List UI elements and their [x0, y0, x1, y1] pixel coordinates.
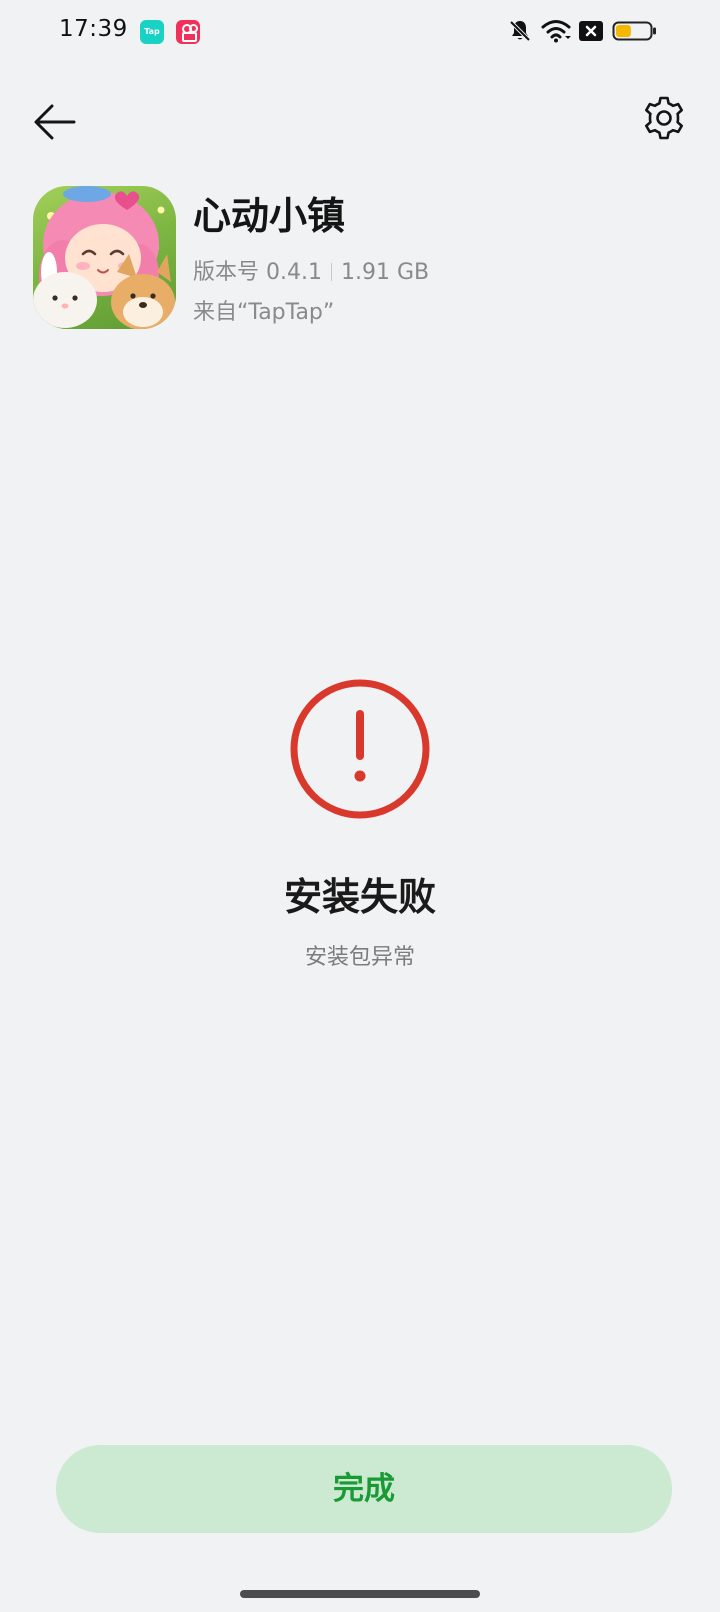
- header: [0, 80, 720, 150]
- sim-off-icon: [579, 21, 603, 41]
- gear-icon: [645, 96, 683, 140]
- status-time: 17:39: [59, 16, 128, 42]
- app-size: 1.91 GB: [340, 260, 430, 285]
- app-version: 版本号 0.4.1: [193, 260, 322, 285]
- result-title: 安装失败: [283, 875, 436, 919]
- wifi-icon: [541, 20, 571, 43]
- arrow-left-icon: [34, 104, 76, 140]
- meta-divider: [330, 263, 332, 281]
- status-bar: 17:39 Tap: [0, 0, 720, 66]
- settings-button[interactable]: [636, 90, 692, 146]
- kuaishou-icon: [176, 20, 200, 44]
- exclamation-circle-icon: [290, 679, 430, 819]
- home-indicator[interactable]: [240, 1590, 480, 1598]
- taptap-icon: Tap: [140, 20, 164, 44]
- result-subtitle: 安装包异常: [304, 945, 415, 970]
- app-info: 心动小镇 版本号 0.4.1 1.91 GB 来自“TapTap”: [33, 186, 693, 332]
- battery-icon: [612, 21, 656, 41]
- app-name: 心动小镇: [193, 194, 346, 238]
- app-meta: 版本号 0.4.1 1.91 GB: [193, 254, 429, 286]
- install-result: 安装失败 安装包异常: [0, 676, 720, 971]
- back-button[interactable]: [28, 90, 84, 146]
- bell-muted-icon: [509, 20, 531, 42]
- done-button[interactable]: 完成: [56, 1445, 672, 1533]
- app-source: 来自“TapTap”: [193, 300, 335, 325]
- app-icon: [33, 186, 176, 329]
